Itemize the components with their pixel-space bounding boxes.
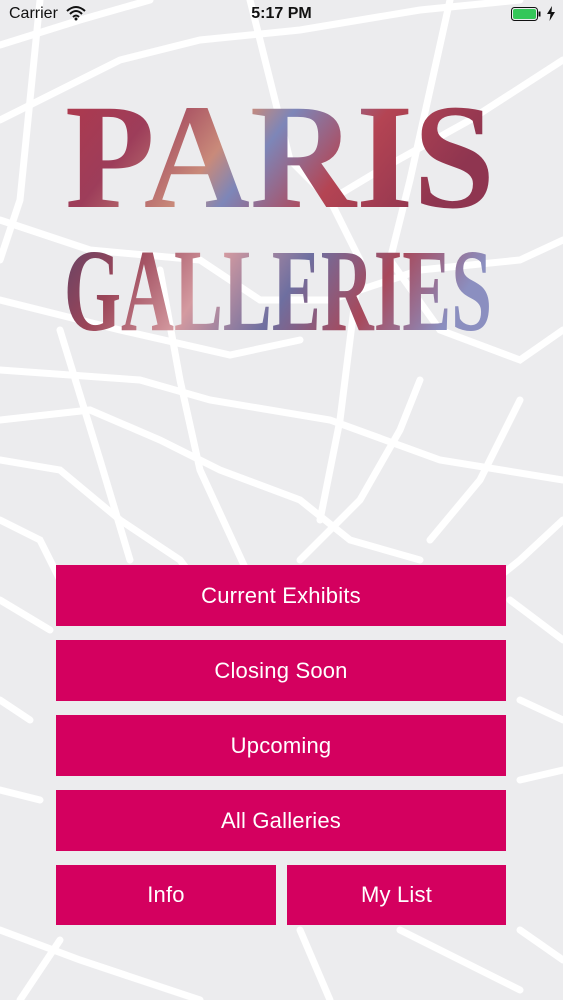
closing-soon-button[interactable]: Closing Soon: [56, 640, 506, 701]
info-label: Info: [147, 882, 185, 907]
charging-bolt-icon: [547, 6, 555, 21]
battery-icon: [511, 7, 541, 21]
info-button[interactable]: Info: [56, 865, 276, 925]
app-logo: PARIS GALLERIES: [64, 74, 495, 342]
all-galleries-label: All Galleries: [221, 807, 341, 833]
logo-line1: PARIS: [65, 74, 495, 240]
my-list-label: My List: [360, 882, 433, 907]
closing-soon-label: Closing Soon: [214, 657, 348, 683]
status-bar: Carrier 5:17 PM: [0, 0, 563, 30]
upcoming-button[interactable]: Upcoming: [56, 715, 506, 776]
current-exhibits-label: Current Exhibits: [201, 582, 361, 608]
my-list-button[interactable]: My List: [287, 865, 506, 925]
all-galleries-button[interactable]: All Galleries: [56, 790, 506, 851]
current-exhibits-button[interactable]: Current Exhibits: [56, 565, 506, 626]
upcoming-label: Upcoming: [230, 732, 332, 758]
status-time: 5:17 PM: [251, 5, 312, 22]
logo-line2: GALLERIES: [64, 225, 492, 342]
